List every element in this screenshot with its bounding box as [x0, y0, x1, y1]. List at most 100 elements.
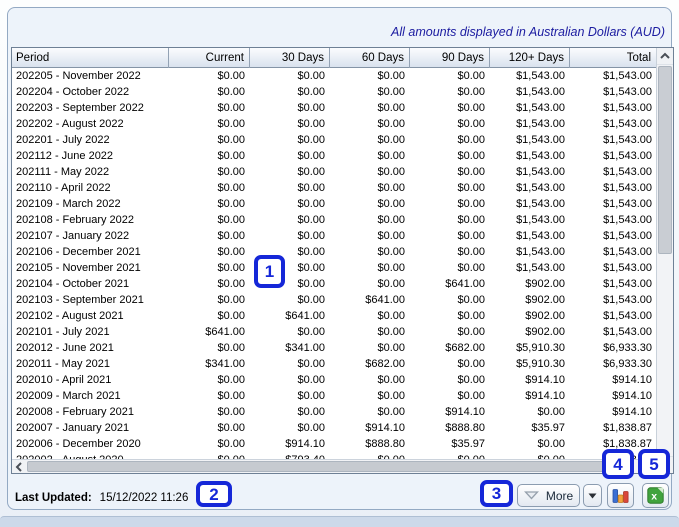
horizontal-scrollbar[interactable]	[12, 459, 657, 473]
amount-cell: $0.00	[490, 438, 570, 450]
column-header-period[interactable]: Period	[12, 48, 169, 68]
amount-cell: $0.00	[410, 166, 490, 178]
table-header: PeriodCurrent30 Days60 Days90 Days120+ D…	[12, 48, 657, 68]
horizontal-scrollbar-thumb[interactable]	[27, 461, 610, 472]
amount-cell: $0.00	[410, 150, 490, 162]
period-cell: 202202 - August 2022	[12, 118, 169, 130]
amount-cell: $0.00	[410, 390, 490, 402]
table-row[interactable]: 202201 - July 2022$0.00$0.00$0.00$0.00$1…	[12, 132, 657, 148]
table-row[interactable]: 202202 - August 2022$0.00$0.00$0.00$0.00…	[12, 116, 657, 132]
period-cell: 202006 - December 2020	[12, 438, 169, 450]
amount-cell: $0.00	[250, 102, 330, 114]
table-row[interactable]: 202205 - November 2022$0.00$0.00$0.00$0.…	[12, 68, 657, 84]
vertical-scrollbar[interactable]	[656, 48, 673, 473]
table-row[interactable]: 202110 - April 2022$0.00$0.00$0.00$0.00$…	[12, 180, 657, 196]
table-row[interactable]: 202101 - July 2021$641.00$0.00$0.00$0.00…	[12, 324, 657, 340]
table-row[interactable]: 202103 - September 2021$0.00$0.00$641.00…	[12, 292, 657, 308]
amount-cell: $0.00	[330, 102, 410, 114]
amount-cell: $1,543.00	[490, 102, 570, 114]
amount-cell: $0.00	[250, 214, 330, 226]
amount-cell: $0.00	[330, 166, 410, 178]
amount-cell: $1,543.00	[570, 310, 657, 322]
table-row[interactable]: 202010 - April 2021$0.00$0.00$0.00$0.00$…	[12, 372, 657, 388]
amount-cell: $902.00	[490, 310, 570, 322]
column-header-current[interactable]: Current	[169, 48, 250, 68]
amount-cell: $1,543.00	[570, 246, 657, 258]
amount-cell: $1,543.00	[490, 134, 570, 146]
amount-cell: $5,910.30	[490, 358, 570, 370]
table-row[interactable]: 202107 - January 2022$0.00$0.00$0.00$0.0…	[12, 228, 657, 244]
amount-cell: $0.00	[410, 118, 490, 130]
vertical-scrollbar-thumb[interactable]	[658, 66, 672, 254]
amount-cell: $0.00	[169, 230, 250, 242]
chart-view-button[interactable]	[607, 483, 634, 508]
amount-cell: $0.00	[169, 310, 250, 322]
amount-cell: $1,543.00	[490, 214, 570, 226]
period-cell: 202205 - November 2022	[12, 70, 169, 82]
amount-cell: $1,543.00	[570, 134, 657, 146]
table-row[interactable]: 202203 - September 2022$0.00$0.00$0.00$0…	[12, 100, 657, 116]
period-cell: 202008 - February 2021	[12, 406, 169, 418]
table-row[interactable]: 202106 - December 2021$0.00$0.00$0.00$0.…	[12, 244, 657, 260]
table-row[interactable]: 202108 - February 2022$0.00$0.00$0.00$0.…	[12, 212, 657, 228]
amount-cell: $0.00	[169, 438, 250, 450]
table-body[interactable]: 202205 - November 2022$0.00$0.00$0.00$0.…	[12, 68, 657, 461]
amount-cell: $914.10	[330, 422, 410, 434]
amount-cell: $0.00	[330, 134, 410, 146]
amount-cell: $35.97	[410, 438, 490, 450]
amount-cell: $1,543.00	[570, 70, 657, 82]
period-cell: 202106 - December 2021	[12, 246, 169, 258]
amount-cell: $1,543.00	[490, 262, 570, 274]
amount-cell: $0.00	[169, 422, 250, 434]
table-row[interactable]: 202006 - December 2020$0.00$914.10$888.8…	[12, 436, 657, 452]
excel-export-button[interactable]: x	[642, 483, 669, 508]
amount-cell: $1,543.00	[570, 166, 657, 178]
amount-cell: $35.97	[490, 422, 570, 434]
table-row[interactable]: 202204 - October 2022$0.00$0.00$0.00$0.0…	[12, 84, 657, 100]
triangle-down-outline-icon	[524, 491, 539, 500]
table-row[interactable]: 202104 - October 2021$0.00$0.00$0.00$641…	[12, 276, 657, 292]
amount-cell: $1,543.00	[490, 166, 570, 178]
column-header-60-days[interactable]: 60 Days	[330, 48, 410, 68]
more-button[interactable]: More	[517, 484, 580, 507]
amount-cell: $5,910.30	[490, 342, 570, 354]
table-row[interactable]: 202012 - June 2021$0.00$341.00$0.00$682.…	[12, 340, 657, 356]
amount-cell: $0.00	[250, 406, 330, 418]
scroll-up-button[interactable]	[657, 48, 673, 65]
amount-cell: $0.00	[330, 86, 410, 98]
period-cell: 202011 - May 2021	[12, 358, 169, 370]
table-row[interactable]: 202008 - February 2021$0.00$0.00$0.00$91…	[12, 404, 657, 420]
table-row[interactable]: 202109 - March 2022$0.00$0.00$0.00$0.00$…	[12, 196, 657, 212]
status-bar: Last Updated: 15/12/2022 11:26	[15, 488, 188, 508]
amount-cell: $0.00	[250, 166, 330, 178]
scroll-left-button[interactable]	[12, 460, 26, 473]
table-row[interactable]: 202102 - August 2021$0.00$641.00$0.00$0.…	[12, 308, 657, 324]
amount-cell: $0.00	[330, 230, 410, 242]
period-cell: 202204 - October 2022	[12, 86, 169, 98]
period-cell: 202111 - May 2022	[12, 166, 169, 178]
amount-cell: $0.00	[410, 294, 490, 306]
table-row[interactable]: 202007 - January 2021$0.00$0.00$914.10$8…	[12, 420, 657, 436]
table-row[interactable]: 202009 - March 2021$0.00$0.00$0.00$0.00$…	[12, 388, 657, 404]
amount-cell: $1,543.00	[570, 294, 657, 306]
amount-cell: $0.00	[169, 278, 250, 290]
more-dropdown-button[interactable]	[583, 484, 602, 507]
table-row[interactable]: 202112 - June 2022$0.00$0.00$0.00$0.00$1…	[12, 148, 657, 164]
amount-cell: $0.00	[490, 406, 570, 418]
som-annotation-4: 4	[602, 449, 634, 479]
amount-cell: $0.00	[250, 118, 330, 130]
background-window-edge	[0, 516, 679, 527]
column-header-total[interactable]: Total	[570, 48, 657, 68]
amount-cell: $0.00	[250, 422, 330, 434]
amount-cell: $0.00	[410, 214, 490, 226]
table-row[interactable]: 202105 - November 2021$0.00$0.00$0.00$0.…	[12, 260, 657, 276]
column-header-90-days[interactable]: 90 Days	[410, 48, 490, 68]
table-row[interactable]: 202011 - May 2021$341.00$0.00$682.00$0.0…	[12, 356, 657, 372]
chevron-up-icon	[660, 52, 670, 60]
amount-cell: $1,543.00	[570, 150, 657, 162]
period-cell: 202104 - October 2021	[12, 278, 169, 290]
column-header-120-days[interactable]: 120+ Days	[490, 48, 570, 68]
column-header-30-days[interactable]: 30 Days	[250, 48, 330, 68]
table-row[interactable]: 202111 - May 2022$0.00$0.00$0.00$0.00$1,…	[12, 164, 657, 180]
period-cell: 202201 - July 2022	[12, 134, 169, 146]
